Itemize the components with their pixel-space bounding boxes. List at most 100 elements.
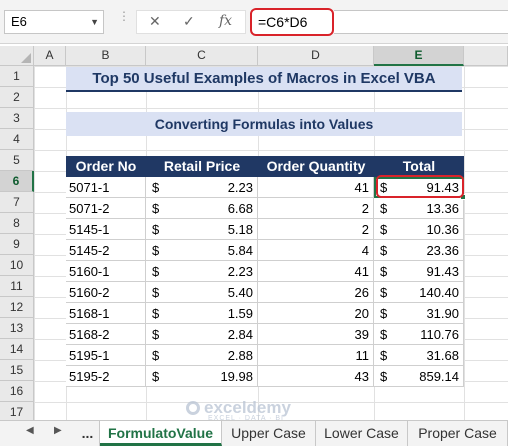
row-header-8[interactable]: 8 — [0, 213, 34, 234]
cell-order-no[interactable]: 5160-2 — [66, 282, 146, 303]
column-header-f[interactable] — [464, 46, 508, 66]
cell-order-quantity[interactable]: 41 — [258, 261, 374, 282]
cell-total[interactable]: $23.36 — [374, 240, 464, 261]
formula-buttons: ✕ ✓ fx — [136, 10, 246, 34]
drag-handle-icon[interactable]: ⋮ — [118, 10, 130, 22]
row-header-15[interactable]: 15 — [0, 360, 34, 381]
chevron-down-icon[interactable]: ▼ — [90, 11, 99, 33]
select-all-button[interactable] — [0, 46, 34, 66]
cell-order-quantity[interactable]: 26 — [258, 282, 374, 303]
cell-total[interactable]: $10.36 — [374, 219, 464, 240]
cell-order-no[interactable]: 5195-1 — [66, 345, 146, 366]
sheet-title[interactable]: Top 50 Useful Examples of Macros in Exce… — [66, 67, 462, 92]
currency-symbol: $ — [152, 201, 160, 216]
tab-proper-case[interactable]: Proper Case — [408, 421, 508, 446]
cell-order-quantity[interactable]: 41 — [258, 177, 374, 198]
more-tabs-button[interactable]: ... — [76, 421, 100, 446]
cell-order-quantity[interactable]: 43 — [258, 366, 374, 387]
formula-bar: E6 ▼ ⋮ ✕ ✓ fx =C6*D6 — [0, 0, 508, 44]
cell-order-no[interactable]: 5160-1 — [66, 261, 146, 282]
tab-formulatovalue[interactable]: FormulatoValue — [100, 421, 222, 446]
cell-order-quantity[interactable]: 20 — [258, 303, 374, 324]
name-box[interactable]: E6 ▼ — [4, 10, 104, 34]
cancel-icon[interactable]: ✕ — [149, 13, 161, 30]
currency-symbol: $ — [380, 369, 388, 384]
currency-symbol: $ — [380, 243, 388, 258]
row-header-2[interactable]: 2 — [0, 87, 34, 108]
row-header-14[interactable]: 14 — [0, 339, 34, 360]
cell-retail-price[interactable]: $5.40 — [146, 282, 258, 303]
cell-total[interactable]: $110.76 — [374, 324, 464, 345]
cell-total[interactable]: $91.43 — [374, 261, 464, 282]
total-value: 10.36 — [426, 222, 459, 237]
row-header-12[interactable]: 12 — [0, 297, 34, 318]
header-retail-price[interactable]: Retail Price — [146, 156, 258, 177]
total-value: 13.36 — [426, 201, 459, 216]
scroll-tabs-right-icon[interactable]: ▶ — [54, 425, 62, 436]
cell-retail-price[interactable]: $2.23 — [146, 261, 258, 282]
cell-order-quantity[interactable]: 39 — [258, 324, 374, 345]
cell-retail-price[interactable]: $5.18 — [146, 219, 258, 240]
row-header-10[interactable]: 10 — [0, 255, 34, 276]
cell-order-quantity[interactable]: 2 — [258, 198, 374, 219]
cell-retail-price[interactable]: $19.98 — [146, 366, 258, 387]
cell-order-quantity[interactable]: 2 — [258, 219, 374, 240]
column-header-b[interactable]: B — [66, 46, 146, 66]
total-value: 31.90 — [426, 306, 459, 321]
price-value: 5.40 — [227, 285, 253, 300]
total-value: 91.43 — [426, 264, 459, 279]
cell-retail-price[interactable]: $1.59 — [146, 303, 258, 324]
cell-total[interactable]: $859.14 — [374, 366, 464, 387]
row-header-1[interactable]: 1 — [0, 66, 34, 87]
header-order-no[interactable]: Order No — [66, 156, 146, 177]
header-total[interactable]: Total — [374, 156, 464, 177]
cell-order-no[interactable]: 5168-1 — [66, 303, 146, 324]
scroll-tabs-left-icon[interactable]: ◀ — [26, 425, 34, 436]
currency-symbol: $ — [380, 327, 388, 342]
check-icon[interactable]: ✓ — [183, 13, 195, 30]
cell-retail-price[interactable]: $2.84 — [146, 324, 258, 345]
price-value: 1.59 — [227, 306, 253, 321]
formula-input[interactable]: =C6*D6 — [250, 8, 334, 36]
cell-retail-price[interactable]: $6.68 — [146, 198, 258, 219]
cell-order-quantity[interactable]: 11 — [258, 345, 374, 366]
formula-input-extension[interactable] — [334, 10, 508, 34]
currency-symbol: $ — [380, 348, 388, 363]
cell-order-no[interactable]: 5071-1 — [66, 177, 146, 198]
fx-icon[interactable]: fx — [219, 13, 232, 29]
cell-order-no[interactable]: 5145-2 — [66, 240, 146, 261]
total-value: 859.14 — [419, 369, 459, 384]
row-header-4[interactable]: 4 — [0, 129, 34, 150]
cell-order-no[interactable]: 5168-2 — [66, 324, 146, 345]
cell-total[interactable]: $31.90 — [374, 303, 464, 324]
column-header-d[interactable]: D — [258, 46, 374, 66]
cell-retail-price[interactable]: $5.84 — [146, 240, 258, 261]
cell-retail-price[interactable]: $2.88 — [146, 345, 258, 366]
cell-total[interactable]: $140.40 — [374, 282, 464, 303]
header-order-quantity[interactable]: Order Quantity — [258, 156, 374, 177]
cell-order-quantity[interactable]: 4 — [258, 240, 374, 261]
column-header-a[interactable]: A — [34, 46, 66, 66]
row-header-6[interactable]: 6 — [0, 171, 34, 192]
row-header-16[interactable]: 16 — [0, 381, 34, 402]
currency-symbol: $ — [152, 348, 160, 363]
tab-lower-case[interactable]: Lower Case — [316, 421, 408, 446]
row-header-5[interactable]: 5 — [0, 150, 34, 171]
row-header-9[interactable]: 9 — [0, 234, 34, 255]
row-header-11[interactable]: 11 — [0, 276, 34, 297]
cell-total[interactable]: $13.36 — [374, 198, 464, 219]
row-header-7[interactable]: 7 — [0, 192, 34, 213]
highlight-box — [376, 175, 464, 198]
cell-retail-price[interactable]: $2.23 — [146, 177, 258, 198]
cell-order-no[interactable]: 5195-2 — [66, 366, 146, 387]
column-header-c[interactable]: C — [146, 46, 258, 66]
column-header-e[interactable]: E — [374, 46, 464, 66]
cell-total[interactable]: $31.68 — [374, 345, 464, 366]
currency-symbol: $ — [380, 285, 388, 300]
sheet-subtitle[interactable]: Converting Formulas into Values — [66, 112, 462, 136]
cell-order-no[interactable]: 5071-2 — [66, 198, 146, 219]
cell-order-no[interactable]: 5145-1 — [66, 219, 146, 240]
row-header-3[interactable]: 3 — [0, 108, 34, 129]
tab-upper-case[interactable]: Upper Case — [222, 421, 316, 446]
row-header-13[interactable]: 13 — [0, 318, 34, 339]
